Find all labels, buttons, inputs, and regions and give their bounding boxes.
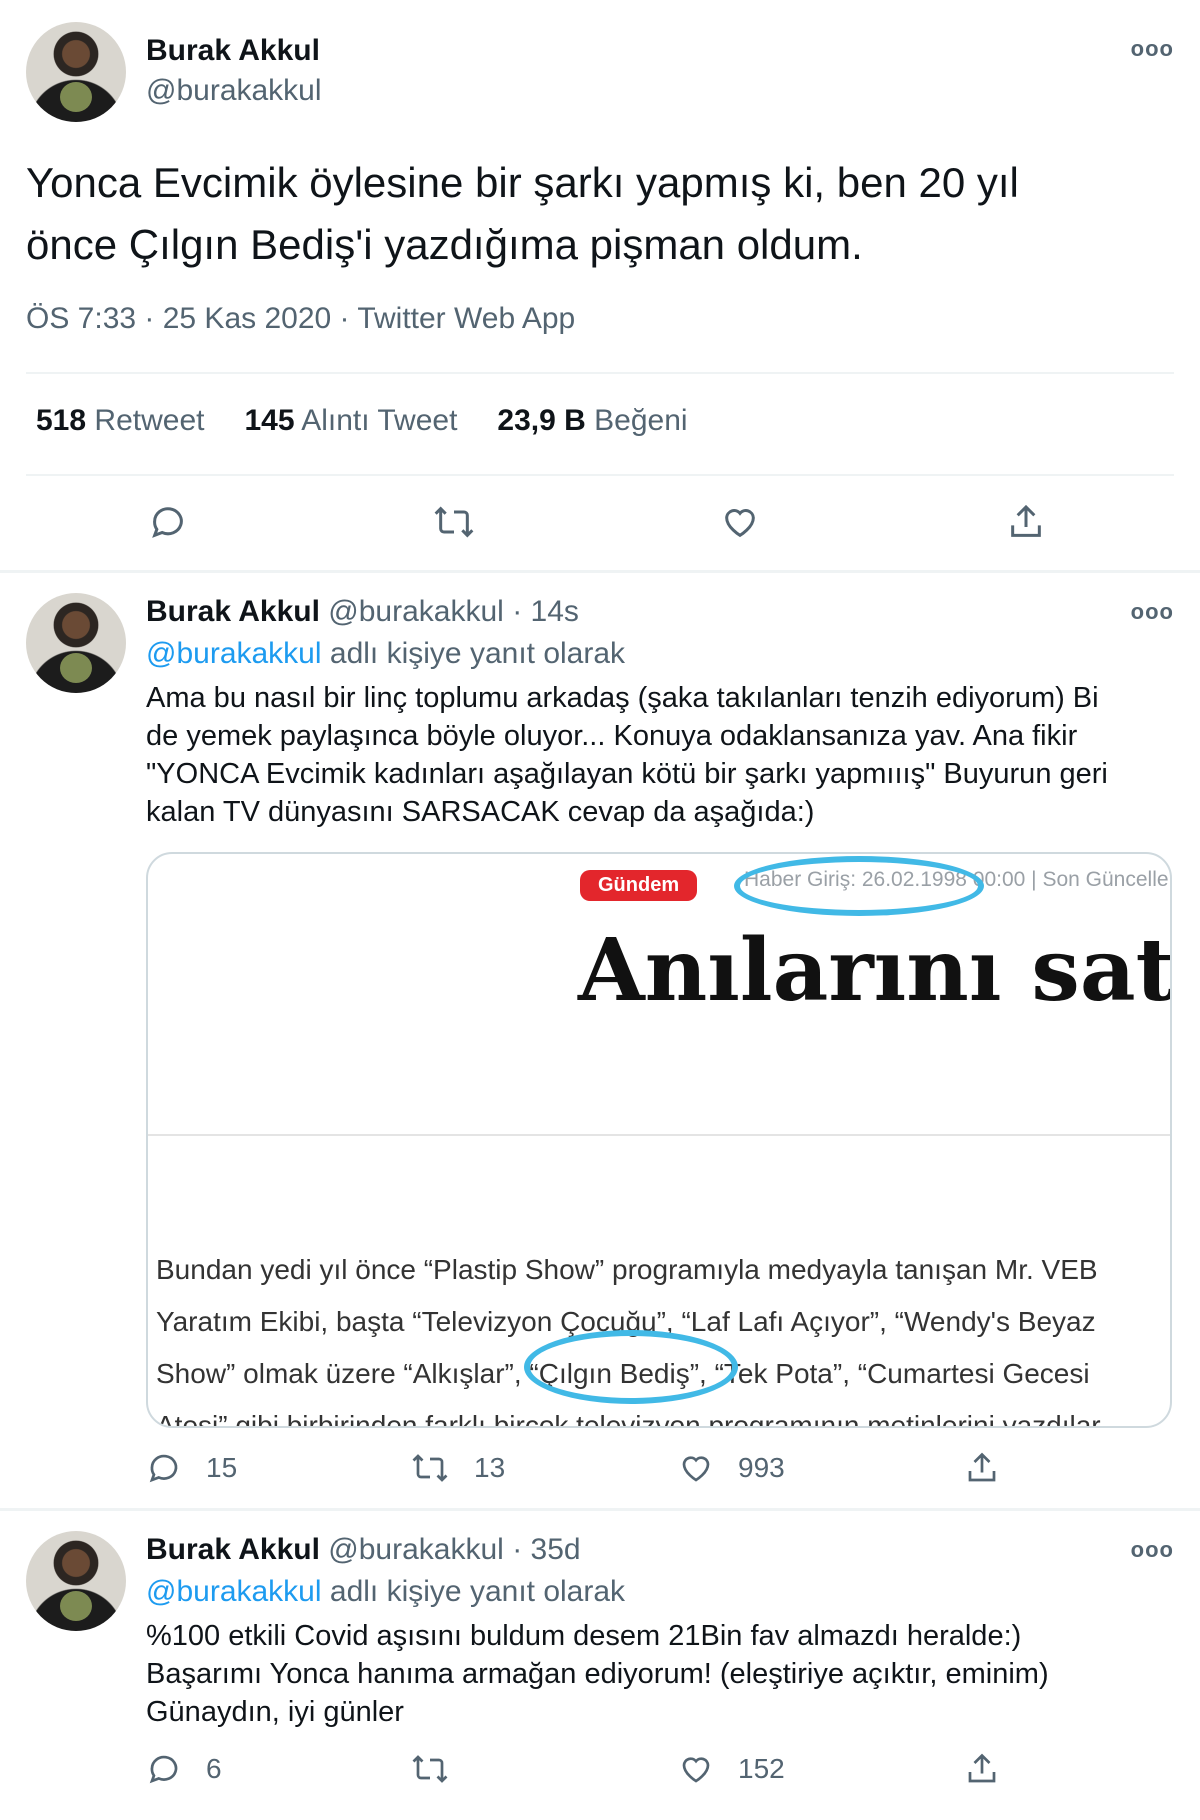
like-icon[interactable] — [720, 502, 760, 542]
quote-stat[interactable]: 145 Alıntı Tweet — [244, 404, 457, 438]
author-handle[interactable]: @burakakkul — [328, 595, 504, 628]
like-label: Beğeni — [594, 404, 688, 437]
retweet-stat[interactable]: 518 Retweet — [36, 404, 204, 438]
share-icon — [968, 1452, 996, 1482]
reply-icon[interactable] — [148, 502, 188, 542]
share-icon[interactable] — [1006, 502, 1046, 542]
reply-icon — [149, 1755, 178, 1784]
like-icon — [682, 1757, 710, 1783]
replying-to: @burakakkul adlı kişiye yanıt olarak — [146, 1575, 625, 1609]
reply-tweet[interactable]: Burak Akkul @burakakkul · 35d ooo @burak… — [0, 1511, 1200, 1820]
replying-to: @burakakkul adlı kişiye yanıt olarak — [146, 637, 625, 671]
retweet-button[interactable]: 13 — [410, 1450, 505, 1486]
retweet-button[interactable] — [410, 1751, 450, 1787]
more-options-icon[interactable]: ooo — [1131, 1537, 1174, 1563]
retweet-icon[interactable] — [432, 502, 476, 542]
reply-count: 15 — [206, 1452, 238, 1483]
author-name[interactable]: Burak Akkul — [146, 595, 320, 628]
avatar[interactable] — [26, 22, 126, 122]
article-headline: Anılarını satıy — [578, 920, 1172, 1021]
tweet-text-line: Başarımı Yonca hanıma armağan ediyorum! … — [146, 1658, 1049, 1690]
avatar[interactable] — [26, 593, 126, 693]
reply-icon — [149, 1454, 178, 1483]
tweet-text: Yonca Evcimik öylesine bir şarkı yapmış … — [26, 152, 1166, 276]
like-count: 23,9 B — [497, 404, 586, 437]
like-icon — [682, 1456, 710, 1482]
reply-button[interactable]: 15 — [146, 1450, 237, 1486]
highlight-ring — [524, 1330, 738, 1404]
reply-count: 6 — [206, 1753, 222, 1784]
tweet-stats: 518 Retweet 145 Alıntı Tweet 23,9 B Beğe… — [36, 404, 688, 438]
tweet-text-line: kalan TV dünyasını SARSACAK cevap da aşa… — [146, 796, 815, 828]
retweet-icon — [412, 1755, 448, 1783]
divider — [26, 474, 1174, 476]
author-handle[interactable]: @burakakkul — [328, 1533, 504, 1566]
retweet-label: Retweet — [94, 404, 205, 437]
tweet-text-line: "YONCA Evcimik kadınları aşağılayan kötü… — [146, 758, 1108, 790]
retweet-count: 13 — [474, 1452, 506, 1483]
tweet-header: Burak Akkul @burakakkul · 14s — [146, 595, 579, 629]
like-button[interactable]: 152 — [678, 1751, 785, 1787]
replying-to-handle[interactable]: @burakakkul — [146, 1575, 322, 1608]
reply-button[interactable]: 6 — [146, 1751, 222, 1787]
share-icon — [968, 1753, 996, 1783]
tweet-time[interactable]: · 35d — [512, 1533, 580, 1566]
retweet-icon — [412, 1454, 448, 1482]
like-stat[interactable]: 23,9 B Beğeni — [497, 404, 687, 438]
author-name[interactable]: Burak Akkul — [146, 34, 320, 68]
paragraph-line: Ateşi” gibi birbirinden farklı birçok te… — [156, 1410, 1107, 1428]
tweet-time[interactable]: · 14s — [512, 595, 579, 628]
like-count: 993 — [738, 1452, 785, 1483]
tweet-text-line: %100 etkili Covid aşısını buldum desem 2… — [146, 1620, 1022, 1652]
action-bar: 15 13 993 — [146, 1450, 1046, 1494]
tweet-text-line: Ama bu nasıl bir linç toplumu arkadaş (ş… — [146, 682, 1099, 714]
retweet-count: 518 — [36, 404, 87, 437]
tweet-text-line: Yonca Evcimik öylesine bir şarkı yapmış … — [26, 159, 1019, 206]
replying-to-handle[interactable]: @burakakkul — [146, 637, 322, 670]
tweet-meta[interactable]: ÖS 7:33 · 25 Kas 2020 · Twitter Web App — [26, 302, 575, 336]
tweet-text-line: önce Çılgın Bediş'i yazdığıma pişman old… — [26, 221, 863, 268]
quote-count: 145 — [244, 404, 295, 437]
quote-label: Alıntı Tweet — [301, 404, 458, 437]
share-button[interactable] — [964, 1450, 1000, 1486]
author-name[interactable]: Burak Akkul — [146, 1533, 320, 1566]
share-button[interactable] — [964, 1751, 1000, 1787]
like-button[interactable]: 993 — [678, 1450, 785, 1486]
tweet-text: Ama bu nasıl bir linç toplumu arkadaş (ş… — [146, 679, 1176, 831]
action-bar: 6 152 — [146, 1751, 1046, 1795]
replying-to-text: adlı kişiye yanıt olarak — [329, 1575, 626, 1608]
highlight-ring — [734, 856, 984, 916]
paragraph-line: Bundan yedi yıl önce “Plastip Show” prog… — [156, 1254, 1098, 1285]
tweet-text-line: de yemek paylaşınca böyle oluyor... Konu… — [146, 720, 1078, 752]
like-count: 152 — [738, 1753, 785, 1784]
tweet-text: %100 etkili Covid aşısını buldum desem 2… — [146, 1617, 1176, 1731]
replying-to-text: adlı kişiye yanıt olarak — [329, 637, 626, 670]
tweet-text-line: Günaydın, iyi günler — [146, 1696, 404, 1728]
author-handle[interactable]: @burakakkul — [146, 74, 322, 108]
main-tweet: Burak Akkul @burakakkul ooo Yonca Evcimi… — [0, 0, 1200, 570]
more-options-icon[interactable]: ooo — [1131, 36, 1174, 62]
embedded-image[interactable]: Gündem Haber Giriş: 26.02.1998 00:00 | S… — [146, 852, 1172, 1428]
divider — [26, 372, 1174, 374]
tweet-header: Burak Akkul @burakakkul · 35d — [146, 1533, 581, 1567]
category-tag: Gündem — [580, 870, 698, 901]
more-options-icon[interactable]: ooo — [1131, 599, 1174, 625]
avatar[interactable] — [26, 1531, 126, 1631]
divider — [148, 1134, 1170, 1136]
